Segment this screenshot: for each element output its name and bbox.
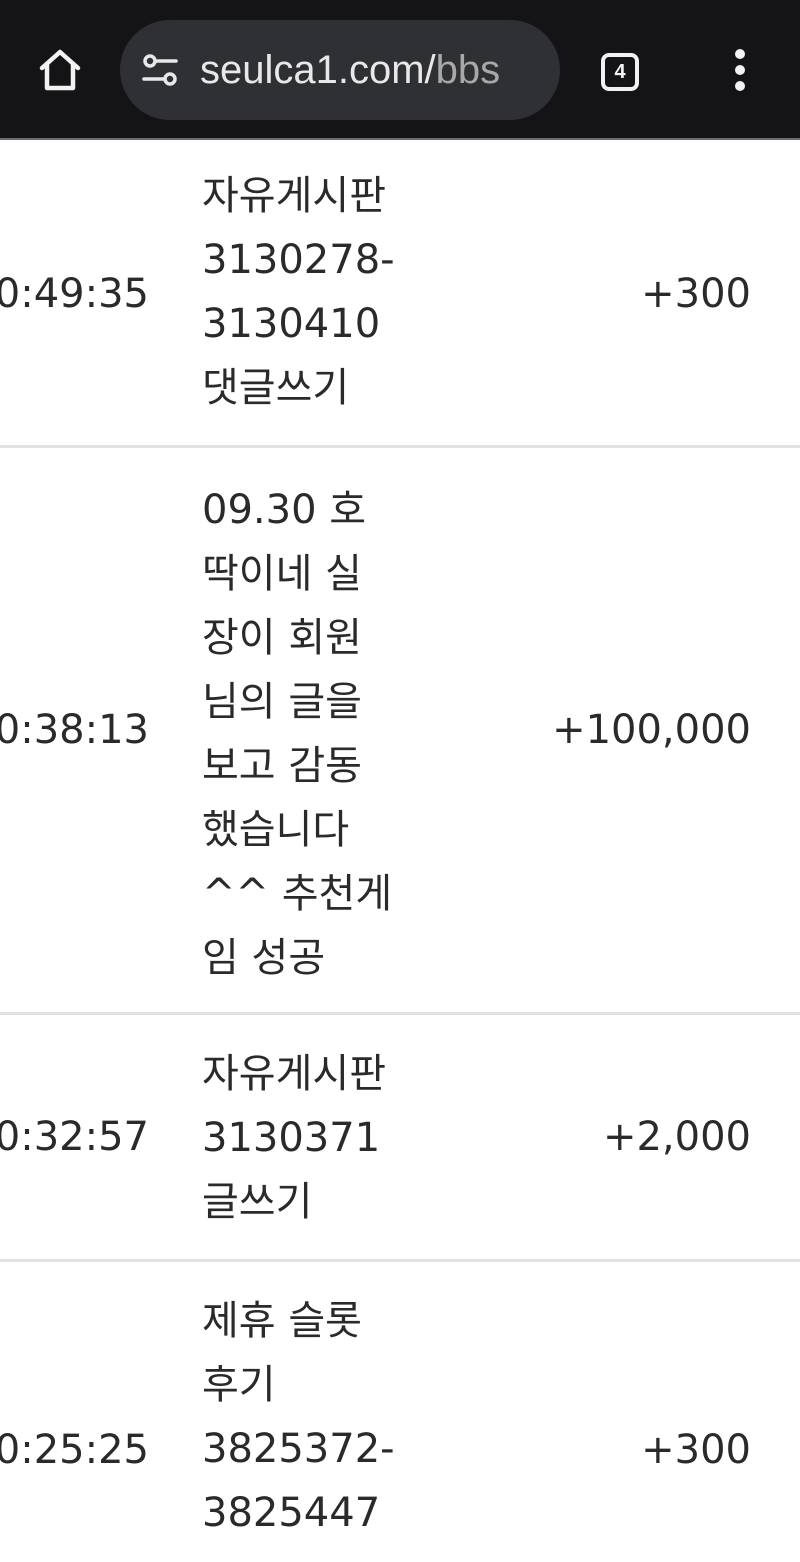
description-line: 장이 회원 (202, 615, 362, 661)
description-line: 09.30 호 (202, 487, 367, 533)
description-line: 님의 글을 (202, 679, 362, 725)
row-time: 10:49:35 (0, 270, 149, 317)
row-time: 10:25:25 (0, 1427, 149, 1473)
description-line: 자유게시판 (202, 1051, 386, 1097)
description-line: 보고 감동 (202, 743, 362, 789)
tune-icon[interactable] (138, 48, 182, 92)
table-row: 10:38:13 09.30 호 딱이네 실 장이 회원 님의 글을 보고 감동… (0, 448, 800, 1015)
description-line: 했습니다 (202, 807, 350, 853)
row-points: +2,000 (602, 1114, 751, 1160)
row-description: 제휴 슬롯 후기 3825372- 3825447 (202, 1289, 402, 1545)
url-text: seulca1.com/bbs (200, 48, 500, 93)
row-time: 10:38:13 (0, 707, 149, 753)
description-line: 임 성공 (202, 935, 326, 981)
url-path: bbs (435, 47, 501, 92)
address-bar[interactable]: seulca1.com/bbs (120, 20, 560, 120)
description-line: 자유게시판 (202, 173, 386, 219)
menu-button[interactable] (714, 40, 766, 100)
table-row: 10:49:35 자유게시판 3130278- 3130410 댓글쓰기 +30… (0, 142, 800, 448)
point-history-table: 10:49:35 자유게시판 3130278- 3130410 댓글쓰기 +30… (0, 142, 800, 1562)
more-vert-icon (735, 49, 745, 91)
row-points: +300 (641, 1427, 751, 1473)
table-row: 10:32:57 자유게시판 3130371 글쓰기 +2,000 (0, 1015, 800, 1262)
description-line: 3825447 (202, 1490, 381, 1536)
row-points: +300 (641, 270, 751, 317)
home-button[interactable] (30, 40, 90, 100)
tab-count: 4 (614, 61, 626, 83)
url-domain: seulca1.com/ (200, 47, 436, 92)
description-line: 3825372- (202, 1426, 395, 1472)
row-description: 자유게시판 3130278- 3130410 댓글쓰기 (202, 164, 402, 420)
description-line: 3130278- (202, 237, 395, 283)
description-line: 댓글쓰기 (202, 365, 350, 411)
tab-switcher-icon: 4 (601, 53, 639, 91)
tab-switcher-button[interactable]: 4 (592, 44, 648, 100)
description-line: 딱이네 실 (202, 551, 362, 597)
home-icon (39, 49, 81, 91)
row-description: 자유게시판 3130371 글쓰기 (202, 1042, 402, 1234)
description-line: 제휴 슬롯 (202, 1298, 362, 1344)
description-line: 3130410 (202, 301, 381, 347)
browser-toolbar: seulca1.com/bbs 4 (0, 0, 800, 140)
description-line: 후기 (202, 1362, 276, 1408)
description-line: 3130371 (202, 1115, 381, 1161)
description-line: 글쓰기 (202, 1179, 313, 1225)
row-points: +100,000 (552, 707, 751, 753)
description-line: ^^ 추천게 (202, 871, 393, 917)
row-description: 09.30 호 딱이네 실 장이 회원 님의 글을 보고 감동 했습니다 ^^ … (202, 478, 402, 990)
row-time: 10:32:57 (0, 1114, 149, 1160)
table-row: 10:25:25 제휴 슬롯 후기 3825372- 3825447 +300 (0, 1262, 800, 1562)
